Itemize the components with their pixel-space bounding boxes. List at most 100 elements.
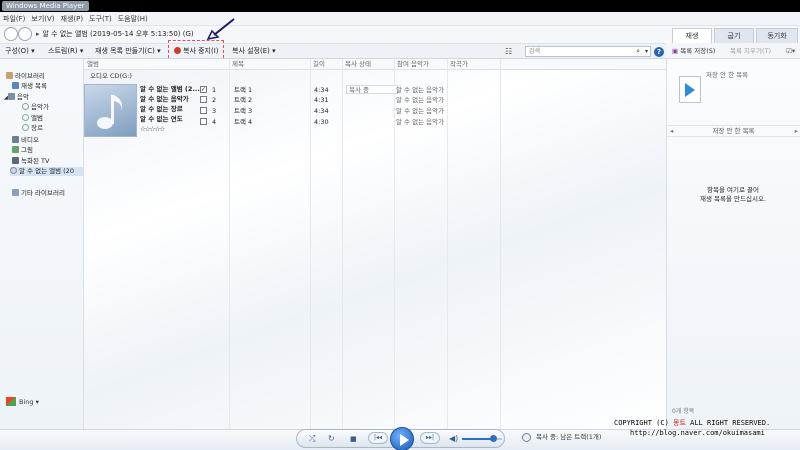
video-icon bbox=[12, 136, 19, 143]
nav-album[interactable]: 앨범 bbox=[22, 114, 43, 123]
menu-view[interactable]: 보기(V) bbox=[28, 12, 57, 26]
album-icon bbox=[22, 114, 29, 121]
tab-burn[interactable]: 굽기 bbox=[714, 28, 754, 43]
windows-logo-icon bbox=[6, 397, 16, 406]
track-length: 4:34 bbox=[314, 107, 329, 115]
list-name: 저장 안 한 목록 bbox=[712, 127, 755, 135]
playlist-icon bbox=[12, 82, 19, 89]
nav-videos[interactable]: 비디오 bbox=[12, 136, 39, 145]
album-year[interactable]: 알 수 없는 연도 bbox=[140, 114, 200, 124]
stream-button[interactable]: 스트림(R) ▾ bbox=[48, 46, 83, 57]
track-artist: 알 수 없는 음악가 bbox=[396, 118, 445, 126]
col-contributing-artist[interactable]: 참여 음악가 bbox=[397, 60, 429, 69]
album-artist[interactable]: 알 수 없는 음악가 bbox=[140, 94, 200, 104]
rip-status-icon bbox=[522, 433, 531, 442]
track-title: 트랙 3 bbox=[234, 107, 253, 115]
cd-icon bbox=[10, 167, 17, 174]
item-count: 0개 항목 bbox=[672, 408, 695, 415]
tab-play[interactable]: 재생 bbox=[672, 28, 712, 43]
album-info: 알 수 없는 앨범 (2... 알 수 없는 음악가 알 수 없는 장르 알 수… bbox=[140, 84, 200, 134]
track-row[interactable]: ✓ 1 트랙 1 4:34 복사 중 알 수 없는 음악가 bbox=[198, 85, 468, 95]
copyright-watermark: COPYRIGHT (C) 몽트 ALL RIGHT RESERVED. htt… bbox=[614, 419, 771, 437]
create-playlist-button[interactable]: 재생 목록 만들기(C) ▾ bbox=[95, 46, 161, 57]
status-text: 복사 중: 남은 트랙(1개) bbox=[536, 433, 602, 441]
nav-artist[interactable]: 음악가 bbox=[22, 103, 49, 112]
track-checkbox[interactable] bbox=[200, 118, 207, 125]
blog-url: http://blog.naver.com/okuimasami bbox=[630, 429, 765, 437]
search-icon[interactable]: ⌕ bbox=[636, 47, 640, 56]
nav-library[interactable]: 라이브러리 bbox=[6, 72, 45, 81]
track-checkbox[interactable] bbox=[200, 96, 207, 103]
menu-file[interactable]: 파일(F) bbox=[0, 12, 28, 26]
track-title: 트랙 1 bbox=[234, 86, 253, 94]
next-button[interactable]: ▸▸| bbox=[420, 432, 440, 444]
play-icon bbox=[685, 83, 695, 97]
album-genre[interactable]: 알 수 없는 장르 bbox=[140, 104, 200, 114]
col-album[interactable]: 앨범 bbox=[87, 60, 99, 69]
search-dropdown-icon[interactable]: ▾ bbox=[645, 47, 648, 56]
nav-other-libraries[interactable]: 기타 라이브러리 bbox=[12, 189, 65, 198]
repeat-icon[interactable]: ↻ bbox=[328, 433, 335, 445]
col-title[interactable]: 제목 bbox=[232, 60, 244, 69]
list-nav-bar: ◂ 저장 안 한 목록 ▸ bbox=[667, 125, 800, 137]
nav-cd-album[interactable]: 알 수 없는 앨범 (20 bbox=[10, 167, 83, 176]
col-rip-status[interactable]: 복사 상태 bbox=[345, 60, 371, 69]
track-row[interactable]: 4 트랙 4 4:30 알 수 없는 음악가 bbox=[198, 117, 468, 127]
drag-hint-line1: 항목을 여기로 끌어 bbox=[707, 186, 759, 194]
col-length[interactable]: 길이 bbox=[313, 60, 325, 69]
nav-playlists[interactable]: 재생 목록 bbox=[12, 82, 47, 91]
stop-icon[interactable]: ■ bbox=[350, 433, 357, 445]
nav-recorded-tv[interactable]: 녹화된 TV bbox=[12, 157, 49, 166]
list-options-icon[interactable]: ☑▾ bbox=[786, 46, 795, 56]
col-composer[interactable]: 작곡가 bbox=[450, 60, 468, 69]
next-list-icon[interactable]: ▸ bbox=[795, 126, 798, 136]
volume-knob[interactable] bbox=[490, 435, 497, 442]
breadcrumb-arrow-icon: ▸ bbox=[36, 30, 40, 38]
nav-music[interactable]: ◢ 음악 bbox=[4, 93, 29, 103]
title-bar: Windows Media Player bbox=[0, 0, 800, 12]
rip-settings-button[interactable]: 복사 설정(E) ▾ bbox=[232, 46, 276, 57]
menu-help[interactable]: 도움말(H) bbox=[115, 12, 151, 26]
volume-icon[interactable]: ◀) bbox=[449, 433, 458, 445]
tv-icon bbox=[12, 157, 19, 164]
rating-stars[interactable]: ☆☆☆☆☆ bbox=[140, 124, 200, 134]
forward-button[interactable] bbox=[18, 27, 32, 41]
column-divider bbox=[500, 59, 501, 429]
genre-icon bbox=[22, 124, 29, 131]
music-note-icon bbox=[97, 95, 123, 129]
view-options-icon[interactable]: ☷ bbox=[505, 47, 512, 56]
breadcrumb[interactable]: ▸ 알 수 없는 앨범 (2019-05-14 오후 5:13:50) (G) bbox=[36, 29, 194, 40]
organize-button[interactable]: 구성(O) ▾ bbox=[5, 46, 35, 57]
track-row[interactable]: 3 트랙 3 4:34 알 수 없는 음악가 bbox=[198, 106, 468, 116]
drag-hint-line2: 재생 목록을 만드십시오. bbox=[700, 195, 766, 203]
volume-fill bbox=[462, 438, 492, 440]
right-tabs: 재생 굽기 동기화 bbox=[666, 28, 800, 43]
save-icon: ▣ bbox=[672, 47, 679, 55]
tab-sync[interactable]: 동기화 bbox=[756, 28, 798, 43]
column-header: 앨범 제목 길이 복사 상태 참여 음악가 작곡가 bbox=[84, 59, 666, 70]
artist-icon bbox=[22, 103, 29, 110]
track-checkbox[interactable] bbox=[200, 107, 207, 114]
track-checkbox[interactable]: ✓ bbox=[200, 86, 207, 93]
menu-play[interactable]: 재생(P) bbox=[58, 12, 87, 26]
album-name[interactable]: 알 수 없는 앨범 (2... bbox=[140, 84, 200, 94]
help-icon[interactable]: ? bbox=[654, 47, 664, 57]
track-artist: 알 수 없는 음악가 bbox=[396, 86, 445, 94]
previous-button[interactable]: |◂◂ bbox=[368, 432, 388, 444]
nav-pictures[interactable]: 그림 bbox=[12, 146, 33, 155]
shuffle-icon[interactable]: ⤮ bbox=[309, 433, 315, 445]
back-button[interactable] bbox=[4, 27, 18, 41]
breadcrumb-text: 알 수 없는 앨범 (2019-05-14 오후 5:13:50) (G) bbox=[42, 30, 194, 38]
group-header: 오디오 CD(G:) bbox=[90, 72, 132, 80]
track-row[interactable]: 2 트랙 2 4:31 알 수 없는 음악가 bbox=[198, 95, 468, 105]
track-artist: 알 수 없는 음악가 bbox=[396, 107, 445, 115]
play-button[interactable] bbox=[390, 427, 414, 450]
nav-genre[interactable]: 장르 bbox=[22, 124, 43, 133]
search-input[interactable]: 검색 ⌕ ▾ bbox=[525, 46, 651, 57]
bing-button[interactable]: Bing ▾ bbox=[6, 397, 39, 407]
track-length: 4:31 bbox=[314, 96, 329, 104]
menu-tools[interactable]: 도구(T) bbox=[86, 12, 115, 26]
save-list-button[interactable]: ▣ 목록 저장(S) bbox=[672, 46, 715, 56]
window-title: Windows Media Player bbox=[2, 1, 89, 11]
clear-list-button[interactable]: 목록 지우기(T) bbox=[730, 46, 771, 56]
